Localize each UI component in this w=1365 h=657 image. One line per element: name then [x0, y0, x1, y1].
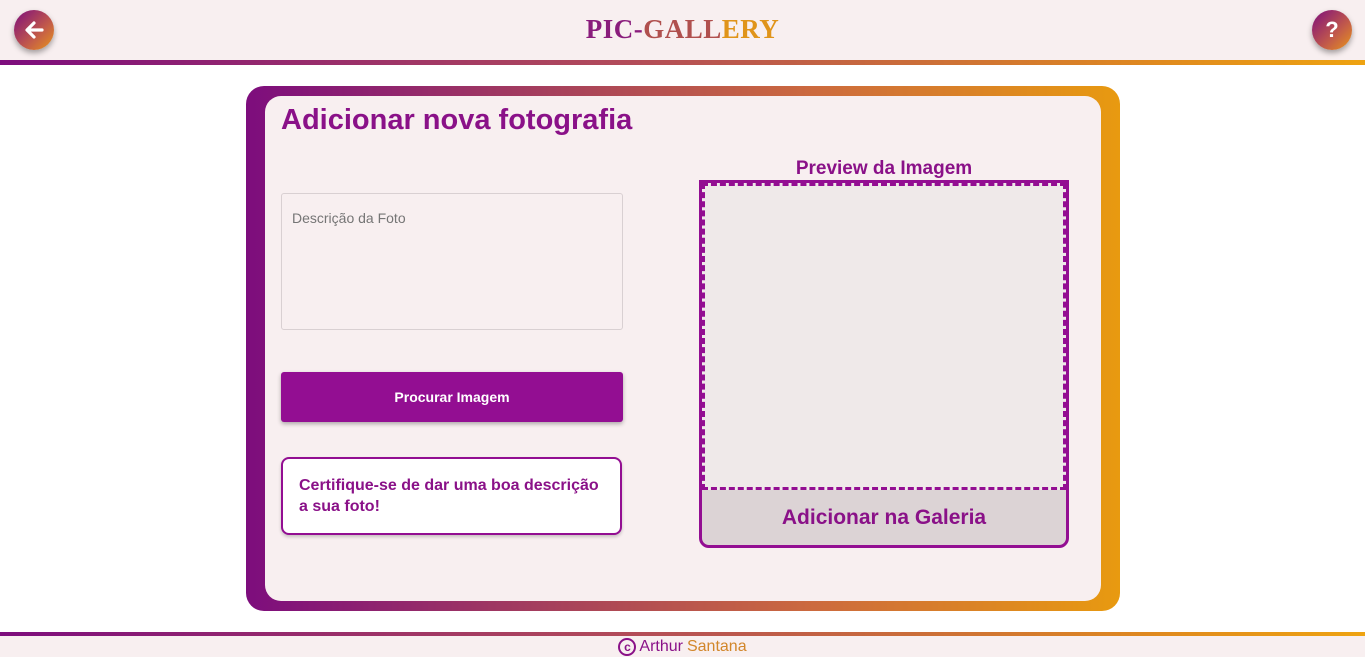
- footer: c Arthur Santana: [0, 636, 1365, 657]
- preview-label: Preview da Imagem: [795, 158, 973, 179]
- footer-name-first: Arthur: [639, 637, 683, 655]
- question-mark-icon: ?: [1325, 17, 1339, 42]
- help-button[interactable]: ?: [1312, 10, 1352, 50]
- description-tip: Certifique-se de dar uma boa descrição a…: [281, 457, 622, 535]
- add-to-gallery-button[interactable]: Adicionar na Galeria: [702, 490, 1066, 545]
- footer-name-last: Santana: [686, 637, 747, 655]
- header-divider: [0, 60, 1365, 65]
- image-preview-area: [702, 183, 1066, 490]
- browse-image-button[interactable]: Procurar Imagem: [281, 372, 623, 422]
- app-title-part-2: GALL: [643, 14, 722, 44]
- image-preview-container: Adicionar na Galeria: [699, 180, 1069, 548]
- photo-description-input[interactable]: [281, 193, 623, 330]
- app-title-part-1: PIC-: [585, 14, 644, 44]
- copyright-icon: c: [618, 637, 637, 656]
- app-title: PIC-GALLERY: [0, 14, 1365, 45]
- app-title-part-3: ERY: [721, 14, 780, 44]
- page-title: Adicionar nova fotografia: [281, 104, 633, 136]
